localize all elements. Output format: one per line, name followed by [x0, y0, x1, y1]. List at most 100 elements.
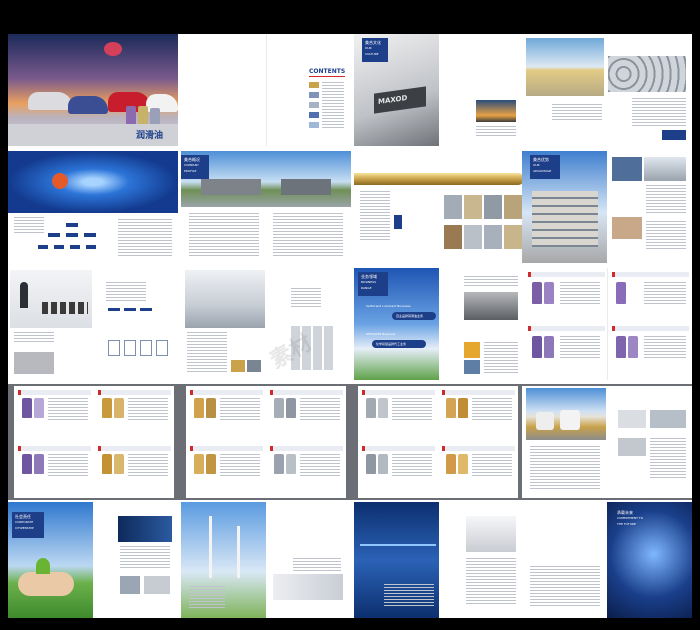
product-header — [612, 326, 689, 331]
org-box — [84, 233, 96, 237]
pipeline-photo — [618, 410, 646, 428]
spread-environment — [181, 502, 351, 618]
oil-bottle — [366, 454, 376, 474]
product-specs — [48, 454, 88, 478]
contents-list — [322, 82, 344, 130]
oil-bottle — [616, 282, 626, 304]
oil-bottle — [286, 398, 296, 418]
spread-storage — [522, 386, 692, 498]
spread-products-c — [186, 386, 346, 498]
contents-thumb — [309, 122, 319, 128]
oil-bottle — [34, 398, 44, 418]
product-header — [362, 446, 435, 451]
factory-building — [281, 179, 331, 195]
quality-product — [394, 215, 402, 229]
spread-products-b — [14, 386, 174, 498]
product-specs — [560, 282, 600, 306]
business-label: 业务领域 BUSINESS RANGE — [358, 272, 388, 296]
spread-profile: 美合概况 COMPANY PROFILE — [181, 151, 351, 263]
contents-thumb — [309, 112, 319, 118]
contents-left-page — [181, 34, 266, 146]
certificate-image — [140, 340, 152, 356]
team-photo-small — [14, 352, 54, 374]
oil-bottle — [628, 336, 638, 358]
profile-text-left — [189, 213, 259, 257]
product-specs — [128, 454, 168, 478]
business-label-en: BUSINESS RANGE — [361, 280, 376, 290]
quality-thumb — [484, 195, 502, 219]
contents-red-bar — [309, 76, 345, 77]
oil-bottle — [274, 454, 284, 474]
culture-label-cn: 美合文化 — [365, 40, 381, 45]
pipeline-photo — [618, 438, 646, 456]
spread-team — [8, 268, 178, 380]
product-header — [98, 446, 171, 451]
product-specs — [560, 336, 600, 360]
profile-label: 美合概况 COMPANY PROFILE — [181, 155, 209, 179]
oil-bottle — [458, 398, 468, 418]
presenter-figure — [20, 282, 28, 308]
oil-bottle — [114, 454, 124, 474]
storage-tank — [560, 410, 580, 430]
org-box — [54, 245, 64, 249]
org-box — [38, 245, 48, 249]
cert-box — [124, 308, 136, 311]
factory-building — [201, 179, 261, 195]
environment-text — [189, 586, 225, 610]
future-text — [530, 566, 600, 606]
product-header — [98, 390, 171, 395]
quality-text — [360, 191, 390, 241]
fold-line — [607, 268, 608, 380]
oil-bottle — [446, 454, 456, 474]
lab-photo-large — [185, 270, 265, 328]
product-header — [270, 446, 343, 451]
future-label: 承载未来 COMMITMENT TO THE FUTURE — [614, 508, 650, 534]
oil-bottle — [34, 454, 44, 474]
oil-bottle — [616, 336, 626, 358]
advantage-label-cn: 美合优势 — [533, 157, 549, 162]
audience-row — [42, 302, 88, 314]
citizenship-label-en: CORPORATE CITIZENSHIP — [15, 520, 34, 530]
spread-facilities — [522, 34, 692, 146]
profile-text-right — [273, 213, 343, 257]
oil-bottle — [22, 454, 32, 474]
lab-thumb — [231, 360, 245, 372]
quality-thumb — [464, 195, 482, 219]
business-tag-2: 自主品牌润滑油业务 — [396, 314, 424, 318]
cert-box — [140, 308, 152, 311]
contents-title: CONTENTS — [309, 68, 346, 75]
oil-bottle — [126, 106, 136, 126]
kids-photo — [144, 576, 170, 594]
warehouse-photo — [644, 157, 686, 181]
facilities-text — [552, 104, 602, 120]
brand-logo — [104, 42, 122, 56]
product-specs — [300, 454, 340, 478]
product-header — [528, 326, 605, 331]
operator-photo — [466, 516, 516, 552]
spread-citizenship: 社会责任 CORPORATE CITIZENSHIP — [8, 502, 178, 618]
spread-cover: 润滑油 — [8, 34, 178, 146]
oil-bottle — [544, 282, 554, 304]
environment-text-right — [293, 558, 341, 572]
storage-tank — [536, 412, 554, 430]
team-photo — [273, 574, 343, 600]
org-text — [14, 217, 44, 235]
org-text-right — [118, 219, 172, 257]
spread-quality — [354, 151, 524, 263]
quality-thumb — [504, 225, 522, 249]
product-header — [528, 272, 605, 277]
lab-thumb — [247, 360, 261, 372]
oil-bottle — [532, 336, 542, 358]
team-text — [14, 332, 54, 344]
oil-bottle — [102, 454, 112, 474]
advantage-label-en: OUR ADVANTAGE — [533, 163, 552, 173]
oil-bottle — [274, 398, 284, 418]
spread-products-a — [522, 268, 692, 380]
product-specs — [644, 282, 686, 306]
car-image-2 — [68, 96, 108, 114]
team-text-right — [106, 282, 146, 302]
certificate-image — [108, 340, 120, 356]
facilities-text-right — [632, 98, 686, 126]
technology-text — [384, 584, 434, 606]
product-specs — [128, 398, 168, 422]
